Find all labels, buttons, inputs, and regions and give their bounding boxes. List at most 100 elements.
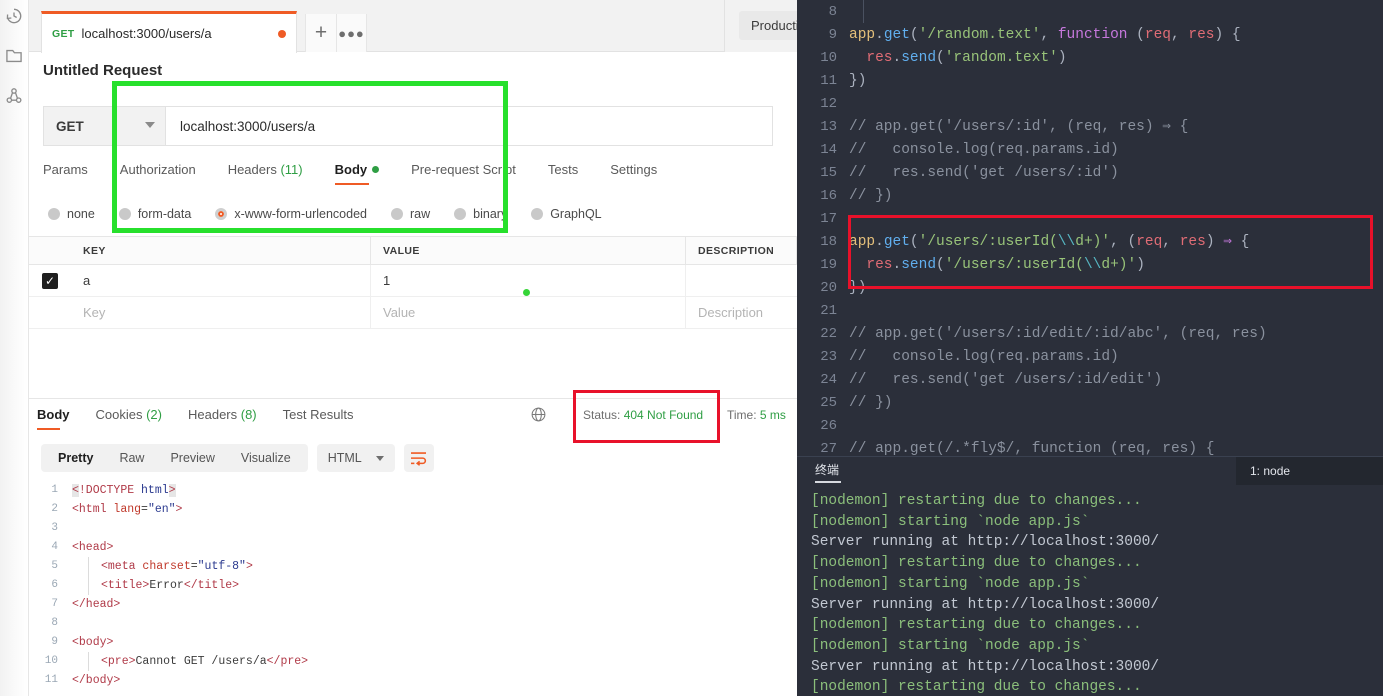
tab-params-label: Params <box>43 162 88 177</box>
table-row[interactable]: ✓ a 1 <box>29 265 797 297</box>
editor-line-number: 17 <box>820 210 837 227</box>
terminal-panel[interactable]: 终端 1: node [nodemon] restarting due to c… <box>797 456 1383 696</box>
editor-code-text: // res.send('get /users/:id') <box>849 164 1119 181</box>
response-code-line: 7 </head> <box>40 595 787 614</box>
view-mode-pretty[interactable]: Pretty <box>45 451 106 465</box>
tab-options-icon[interactable]: ●●● <box>337 14 367 52</box>
terminal-process-selector[interactable]: 1: node <box>1236 457 1383 485</box>
editor-code-text: app.get('/users/:userId(\\d+)', (req, re… <box>849 234 1250 250</box>
response-body-code[interactable]: 1 <!DOCTYPE html> 2 <html lang="en"> 3 4 <head… <box>40 481 787 696</box>
response-viewer-toolbar: Pretty Raw Preview Visualize HTML <box>41 444 434 472</box>
editor-code-text: // }) <box>849 187 893 204</box>
editor-code-line: 14 // console.log(req.params.id) <box>797 138 1383 161</box>
editor-line-number: 23 <box>820 348 837 365</box>
editor-line-number: 9 <box>828 26 837 43</box>
terminal-output: [nodemon] restarting due to changes... [n… <box>797 487 1383 696</box>
view-mode-visualize[interactable]: Visualize <box>228 451 304 465</box>
chevron-down-icon <box>375 455 384 461</box>
tab-authorization[interactable]: Authorization <box>120 162 196 185</box>
collections-icon[interactable] <box>4 46 24 66</box>
response-tab-test-results[interactable]: Test Results <box>283 407 354 430</box>
http-method-select[interactable]: GET <box>43 106 165 146</box>
http-method-value: GET <box>56 118 84 134</box>
row-key-value[interactable]: a <box>83 273 90 288</box>
tab-headers[interactable]: Headers (11) <box>228 162 303 185</box>
radio-icon <box>118 208 131 220</box>
description-placeholder[interactable]: Description <box>698 305 763 320</box>
body-type-graphql[interactable]: GraphQL <box>531 207 602 221</box>
editor-line-number: 18 <box>820 233 837 250</box>
word-wrap-button[interactable] <box>403 444 434 472</box>
view-mode-raw[interactable]: Raw <box>106 451 157 465</box>
editor-code-text: }) <box>849 72 867 89</box>
tab-params[interactable]: Params <box>43 162 88 185</box>
tab-pre-request-script[interactable]: Pre-request Script <box>411 162 516 185</box>
tab-settings[interactable]: Settings <box>610 162 657 185</box>
editor-code-line: 21 <box>797 299 1383 322</box>
column-header-key: KEY <box>83 244 106 257</box>
editor-code-line: 17 <box>797 207 1383 230</box>
editor-line-number: 25 <box>820 394 837 411</box>
tab-body[interactable]: Body <box>334 162 380 185</box>
body-type-binary[interactable]: binary <box>454 207 507 221</box>
response-tab-cookies[interactable]: Cookies (2) <box>96 407 162 430</box>
request-title: Untitled Request <box>43 62 163 79</box>
body-type-binary-label: binary <box>473 207 508 221</box>
editor-code-line: 26 <box>797 414 1383 437</box>
body-type-none[interactable]: none <box>48 207 95 221</box>
response-tab-body[interactable]: Body <box>37 407 70 430</box>
request-tab[interactable]: GET localhost:3000/users/a <box>41 11 297 53</box>
response-tab-headers[interactable]: Headers (8) <box>188 407 257 430</box>
terminal-line: [nodemon] restarting due to changes... <box>811 617 1142 634</box>
editor-line-number: 16 <box>820 187 837 204</box>
editor-code-text: // console.log(req.params.id) <box>849 348 1119 365</box>
line-number: 9 <box>51 636 58 648</box>
editor-code-line: 15 // res.send('get /users/:id') <box>797 161 1383 184</box>
history-icon[interactable] <box>4 6 24 26</box>
environment-selector[interactable]: Production <box>739 11 797 40</box>
chevron-down-icon <box>145 122 155 128</box>
terminal-line: [nodemon] restarting due to changes... <box>811 493 1142 509</box>
editor-code-line: 25 // }) <box>797 391 1383 414</box>
body-present-dot <box>372 166 380 173</box>
screen-root: GET localhost:3000/users/a + ●●● Product… <box>0 0 1383 696</box>
editor-code-line: 11}) <box>797 69 1383 92</box>
editor-line-number: 13 <box>820 118 837 135</box>
editor-line-number: 14 <box>820 141 837 158</box>
key-placeholder[interactable]: Key <box>83 305 105 320</box>
status-label: Status: <box>583 408 621 422</box>
body-type-form-data[interactable]: form-data <box>118 207 191 221</box>
postman-window: GET localhost:3000/users/a + ●●● Product… <box>0 0 797 696</box>
terminal-line: Server running at http://localhost:3000/ <box>811 534 1160 551</box>
line-number: 1 <box>51 484 58 496</box>
body-type-raw[interactable]: raw <box>391 207 430 221</box>
editor-code-text: // app.get('/users/:id/edit/:id/abc', (r… <box>849 325 1267 342</box>
line-number: 11 <box>44 674 58 686</box>
terminal-process-label: 1: node <box>1250 464 1291 478</box>
editor-line-number: 26 <box>820 417 837 434</box>
code-text: </head> <box>72 598 121 611</box>
code-text: <head> <box>72 541 114 554</box>
body-type-raw-label: raw <box>410 207 431 221</box>
mouse-cursor-indicator <box>523 289 530 296</box>
url-input[interactable]: localhost:3000/users/a <box>165 106 773 146</box>
time-label: Time: <box>727 408 757 422</box>
value-placeholder[interactable]: Value <box>383 305 415 320</box>
code-text: <!DOCTYPE html> <box>72 484 176 497</box>
row-enabled-checkbox[interactable]: ✓ <box>29 272 71 289</box>
view-mode-preview[interactable]: Preview <box>157 451 227 465</box>
tab-tests[interactable]: Tests <box>548 162 578 185</box>
apis-icon[interactable] <box>4 86 24 106</box>
code-editor-panel[interactable]: 8 9 app.get('/random.text', function (req,… <box>797 0 1383 456</box>
body-type-urlencoded[interactable]: x-www-form-urlencoded <box>215 207 367 221</box>
terminal-tab-label[interactable]: 终端 <box>815 461 842 483</box>
new-tab-button[interactable]: + <box>305 14 337 52</box>
body-type-radio-group: none form-data x-www-form-urlencoded raw… <box>48 203 788 225</box>
editor-line-number: 20 <box>820 279 837 296</box>
editor-code-line: 23 // console.log(req.params.id) <box>797 345 1383 368</box>
table-row-empty[interactable]: Key Value Description <box>29 297 797 329</box>
response-language-select[interactable]: HTML <box>316 444 395 472</box>
row-value-value[interactable]: 1 <box>383 273 390 288</box>
response-tab-headers-count: (8) <box>240 407 257 422</box>
response-code-line: 6 <title>Error</title> <box>40 576 787 595</box>
